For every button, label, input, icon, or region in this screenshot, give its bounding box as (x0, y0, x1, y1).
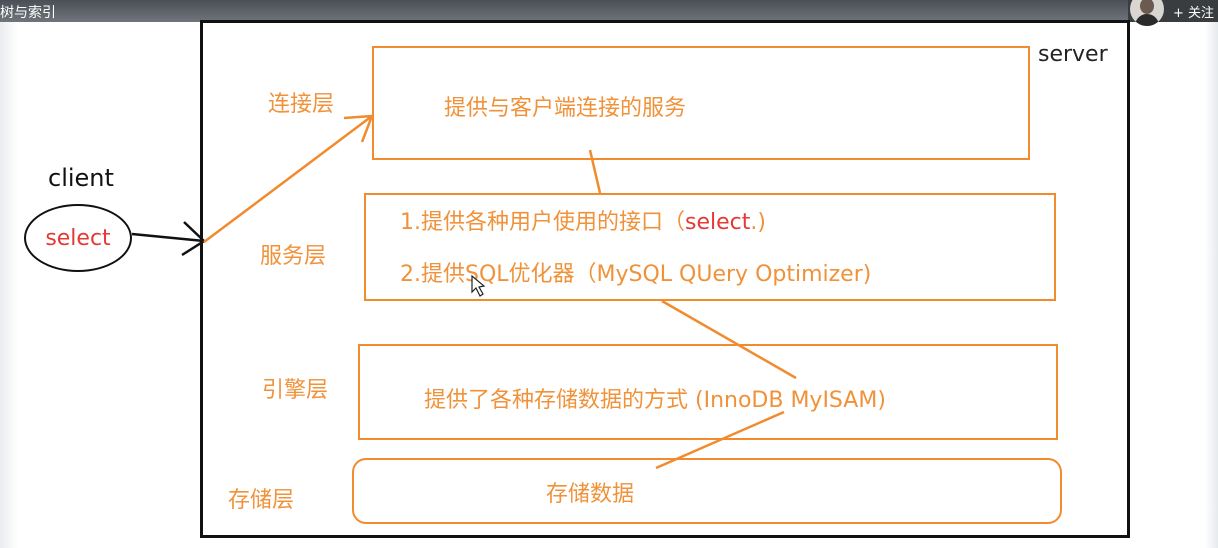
engine-to-storage-line (655, 410, 785, 470)
connector-lines (131, 114, 797, 470)
service-to-engine-line (661, 299, 797, 380)
server-to-connection-arrow-line (203, 115, 373, 243)
mouse-cursor-icon (471, 274, 486, 297)
connection-to-service-line (588, 149, 602, 194)
client-to-server-arrow-line (131, 232, 205, 243)
